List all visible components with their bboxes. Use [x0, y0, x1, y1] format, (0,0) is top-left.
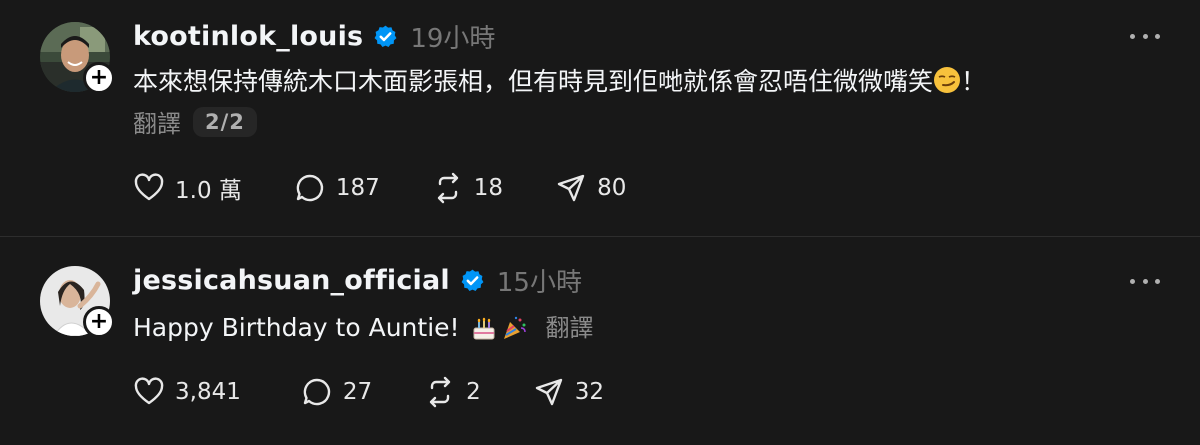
repost-button[interactable]: 2: [424, 372, 481, 412]
repost-button[interactable]: 18: [432, 168, 503, 208]
post-text-main: Happy Birthday to Auntie!: [133, 313, 460, 342]
action-bar: 3,841 27 2 32: [133, 372, 604, 412]
repost-icon: [429, 376, 451, 408]
post-text: 本來想保持傳統木口木面影張相，但有時見到佢哋就係會忍唔住微微嘴笑 ！: [133, 62, 986, 102]
like-button[interactable]: 1.0 萬: [133, 168, 242, 208]
reply-count: 187: [335, 175, 380, 201]
more-options-icon[interactable]: [1130, 31, 1160, 41]
follow-plus-icon[interactable]: +: [83, 62, 115, 94]
translate-row: 翻譯 2/2: [133, 104, 257, 139]
translate-link[interactable]: 翻譯: [133, 104, 181, 139]
post-header: kootinlok_louis 19小時: [133, 16, 495, 56]
post-text-main: 本來想保持傳統木口木面影張相，但有時見到佢哋就係會忍唔住微微嘴笑: [133, 67, 934, 96]
thread-post: + kootinlok_louis 19小時 本來想保持傳統木口木面影張相，但有…: [0, 0, 1200, 237]
share-button[interactable]: 80: [555, 168, 626, 208]
follow-plus-icon[interactable]: +: [83, 306, 115, 338]
like-button[interactable]: 3,841: [133, 372, 241, 412]
username[interactable]: jessicahsuan_official: [133, 265, 450, 296]
post-header: jessicahsuan_official 15小時: [133, 260, 582, 300]
heart-icon: [134, 173, 164, 201]
like-count: 1.0 萬: [175, 178, 242, 204]
share-count: 32: [574, 379, 605, 405]
party-icon: [503, 316, 526, 339]
post-divider: [0, 236, 1200, 237]
post-time[interactable]: 19小時: [410, 18, 495, 55]
repost-icon: [437, 172, 458, 204]
post-text-end: ！: [961, 67, 987, 96]
post-text: Happy Birthday to Auntie! 翻譯: [133, 308, 594, 348]
like-count: 3,841: [175, 379, 241, 405]
birthday-cake-icon: [473, 317, 495, 340]
translate-link[interactable]: 翻譯: [546, 308, 594, 348]
action-bar: 1.0 萬 187 18 80: [133, 168, 626, 208]
reply-button[interactable]: 27: [301, 372, 372, 412]
heart-icon: [134, 377, 164, 405]
reply-button[interactable]: 187: [294, 168, 380, 208]
username[interactable]: kootinlok_louis: [133, 21, 363, 52]
share-button[interactable]: 32: [533, 372, 604, 412]
comment-icon: [303, 378, 330, 406]
verified-badge-icon: [461, 269, 484, 291]
comment-icon: [296, 174, 324, 202]
share-count: 80: [597, 175, 627, 201]
page-indicator: 2/2: [193, 106, 257, 137]
send-icon: [535, 378, 562, 406]
repost-count: 2: [466, 379, 481, 405]
reply-count: 27: [342, 379, 373, 405]
repost-count: 18: [473, 175, 504, 201]
post-time[interactable]: 15小時: [497, 262, 582, 299]
send-icon: [557, 174, 585, 202]
more-options-icon[interactable]: [1130, 276, 1160, 286]
thread-post: + jessicahsuan_official 15小時 Happy Birth…: [0, 238, 1200, 445]
smirk-emoji-icon: [934, 67, 961, 93]
verified-badge-icon: [374, 25, 397, 47]
